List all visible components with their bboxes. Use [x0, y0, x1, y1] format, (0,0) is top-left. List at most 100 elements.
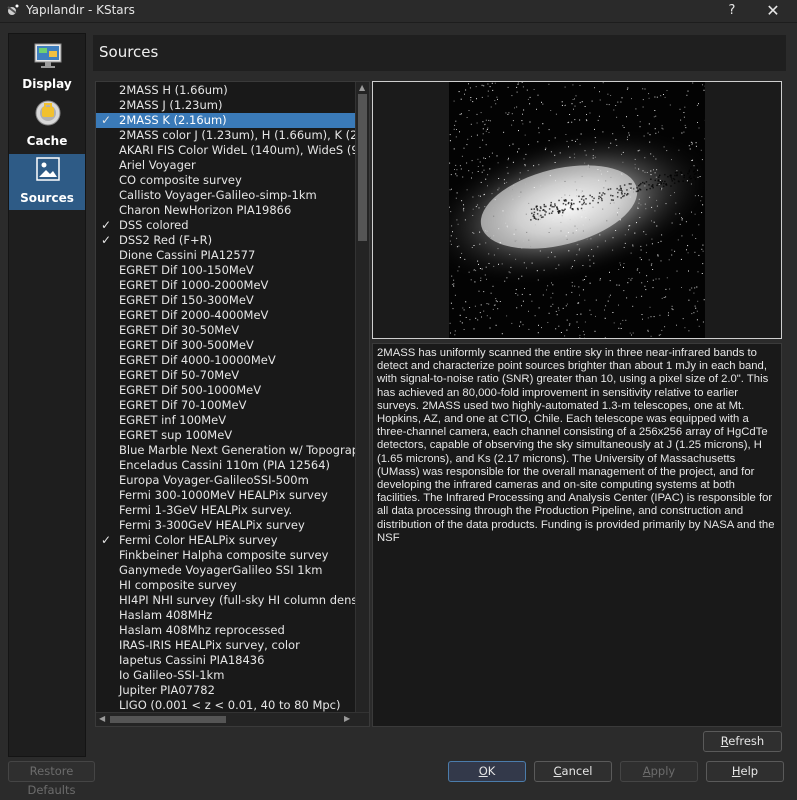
- source-item[interactable]: EGRET Dif 50-70MeV: [96, 368, 355, 383]
- page-item-display[interactable]: Display: [9, 40, 85, 96]
- source-item[interactable]: Fermi 300-1000MeV HEALPix survey: [96, 488, 355, 503]
- source-label: EGRET sup 100MeV: [119, 428, 232, 443]
- horizontal-scrollbar[interactable]: ◀ ▶: [96, 712, 369, 726]
- source-item[interactable]: HI composite survey: [96, 578, 355, 593]
- source-label: 2MASS K (2.16um): [119, 113, 227, 128]
- page-label-display: Display: [9, 77, 85, 91]
- apply-button[interactable]: Apply: [620, 761, 698, 782]
- source-label: EGRET Dif 150-300MeV: [119, 293, 254, 308]
- page-label-cache: Cache: [9, 134, 85, 148]
- sources-list[interactable]: 2MASS H (1.66um)2MASS J (1.23um)✓2MASS K…: [95, 81, 370, 727]
- source-checkbox[interactable]: ✓: [100, 113, 112, 128]
- source-label: EGRET Dif 70-100MeV: [119, 398, 246, 413]
- source-item[interactable]: Ariel Voyager: [96, 158, 355, 173]
- source-item[interactable]: EGRET Dif 30-50MeV: [96, 323, 355, 338]
- source-label: HI composite survey: [119, 578, 237, 593]
- source-label: 2MASS H (1.66um): [119, 83, 228, 98]
- source-checkbox[interactable]: ✓: [100, 218, 112, 233]
- source-item[interactable]: ✓ 2MASS K (2.16um): [96, 113, 355, 128]
- source-item[interactable]: Enceladus Cassini 110m (PIA 12564): [96, 458, 355, 473]
- source-preview: [372, 81, 782, 339]
- help-button[interactable]: Help: [706, 761, 784, 782]
- source-label: Europa Voyager-GalileoSSI-500m: [119, 473, 309, 488]
- page-item-sources[interactable]: Sources: [9, 154, 85, 210]
- source-item[interactable]: Charon NewHorizon PIA19866: [96, 203, 355, 218]
- sources-icon: [33, 156, 63, 184]
- description-text: 2MASS has uniformly scanned the entire s…: [377, 347, 779, 545]
- source-item[interactable]: Io Galileo-SSI-1km: [96, 668, 355, 683]
- source-item[interactable]: Jupiter PIA07782: [96, 683, 355, 698]
- source-label: Fermi Color HEALPix survey: [119, 533, 278, 548]
- page-item-cache[interactable]: Cache: [9, 97, 85, 153]
- source-checkbox[interactable]: ✓: [100, 233, 112, 248]
- source-label: Jupiter PIA07782: [119, 683, 215, 698]
- source-checkbox[interactable]: ✓: [100, 533, 112, 548]
- source-item[interactable]: Finkbeiner Halpha composite survey: [96, 548, 355, 563]
- source-item[interactable]: EGRET Dif 500-1000MeV: [96, 383, 355, 398]
- scroll-left-arrow-icon[interactable]: ◀: [99, 714, 105, 723]
- source-item[interactable]: IRAS-IRIS HEALPix survey, color: [96, 638, 355, 653]
- help-title-button[interactable]: ?: [722, 1, 742, 21]
- source-item[interactable]: Dione Cassini PIA12577: [96, 248, 355, 263]
- source-label: EGRET inf 100MeV: [119, 413, 226, 428]
- source-label: Ariel Voyager: [119, 158, 196, 173]
- source-item[interactable]: Fermi 3-300GeV HEALPix survey: [96, 518, 355, 533]
- source-label: Dione Cassini PIA12577: [119, 248, 255, 263]
- source-item[interactable]: EGRET Dif 100-150MeV: [96, 263, 355, 278]
- source-item[interactable]: Haslam 408MHz: [96, 608, 355, 623]
- vertical-scroll-thumb[interactable]: [358, 94, 367, 241]
- source-label: Iapetus Cassini PIA18436: [119, 653, 264, 668]
- source-label: DSS2 Red (F+R): [119, 233, 212, 248]
- source-label: Callisto Voyager-Galileo-simp-1km: [119, 188, 317, 203]
- source-label: EGRET Dif 30-50MeV: [119, 323, 239, 338]
- preview-image: [449, 82, 705, 338]
- source-item[interactable]: Ganymede VoyagerGalileo SSI 1km: [96, 563, 355, 578]
- source-label: Fermi 3-300GeV HEALPix survey: [119, 518, 305, 533]
- source-label: 2MASS color J (1.23um), H (1.66um), K (2…: [119, 128, 355, 143]
- source-item[interactable]: AKARI FIS Color WideL (140um), WideS (90…: [96, 143, 355, 158]
- source-item[interactable]: HI4PI NHI survey (full-sky HI column den…: [96, 593, 355, 608]
- cancel-button[interactable]: Cancel: [534, 761, 612, 782]
- source-item[interactable]: Iapetus Cassini PIA18436: [96, 653, 355, 668]
- page-label-sources: Sources: [9, 191, 85, 205]
- source-item[interactable]: 2MASS color J (1.23um), H (1.66um), K (2…: [96, 128, 355, 143]
- source-item[interactable]: 2MASS H (1.66um): [96, 83, 355, 98]
- source-item[interactable]: ✓ DSS2 Red (F+R): [96, 233, 355, 248]
- source-item[interactable]: EGRET inf 100MeV: [96, 413, 355, 428]
- source-item[interactable]: Callisto Voyager-Galileo-simp-1km: [96, 188, 355, 203]
- cancel-label: ancel: [562, 764, 593, 778]
- source-item[interactable]: EGRET Dif 150-300MeV: [96, 293, 355, 308]
- vertical-scrollbar[interactable]: ▲: [355, 82, 369, 712]
- source-label: Io Galileo-SSI-1km: [119, 668, 224, 683]
- ok-button[interactable]: OK: [448, 761, 526, 782]
- restore-defaults-button[interactable]: Restore Defaults: [8, 761, 95, 782]
- source-item[interactable]: 2MASS J (1.23um): [96, 98, 355, 113]
- source-item[interactable]: Blue Marble Next Generation w/ Topograph…: [96, 443, 355, 458]
- source-item[interactable]: EGRET Dif 1000-2000MeV: [96, 278, 355, 293]
- source-item[interactable]: EGRET Dif 70-100MeV: [96, 398, 355, 413]
- source-label: Blue Marble Next Generation w/ Topograph…: [119, 443, 355, 458]
- source-item[interactable]: CO composite survey: [96, 173, 355, 188]
- scroll-up-arrow-icon[interactable]: ▲: [359, 83, 365, 92]
- source-label: AKARI FIS Color WideL (140um), WideS (90…: [119, 143, 355, 158]
- source-item[interactable]: Haslam 408Mhz reprocessed: [96, 623, 355, 638]
- scroll-right-arrow-icon[interactable]: ▶: [344, 714, 350, 723]
- source-item[interactable]: EGRET Dif 2000-4000MeV: [96, 308, 355, 323]
- restore-defaults-label: Restore Defaults: [27, 764, 75, 797]
- source-item[interactable]: EGRET sup 100MeV: [96, 428, 355, 443]
- refresh-button[interactable]: Refresh: [703, 731, 782, 752]
- source-item[interactable]: ✓DSS colored: [96, 218, 355, 233]
- ok-mnemonic: O: [479, 764, 488, 778]
- source-label: EGRET Dif 500-1000MeV: [119, 383, 261, 398]
- source-label: EGRET Dif 300-500MeV: [119, 338, 254, 353]
- horizontal-scroll-thumb[interactable]: [110, 716, 226, 723]
- source-item[interactable]: Fermi 1-3GeV HEALPix survey.: [96, 503, 355, 518]
- close-button[interactable]: ✕: [762, 1, 784, 21]
- source-item[interactable]: LIGO (0.001 < z < 0.01, 40 to 80 Mpc): [96, 698, 355, 713]
- source-item[interactable]: ✓ Fermi Color HEALPix survey: [96, 533, 355, 548]
- ok-label: K: [488, 764, 496, 778]
- source-item[interactable]: EGRET Dif 300-500MeV: [96, 338, 355, 353]
- source-item[interactable]: Europa Voyager-GalileoSSI-500m: [96, 473, 355, 488]
- source-item[interactable]: EGRET Dif 4000-10000MeV: [96, 353, 355, 368]
- source-label: LIGO (0.001 < z < 0.01, 40 to 80 Mpc): [119, 698, 340, 713]
